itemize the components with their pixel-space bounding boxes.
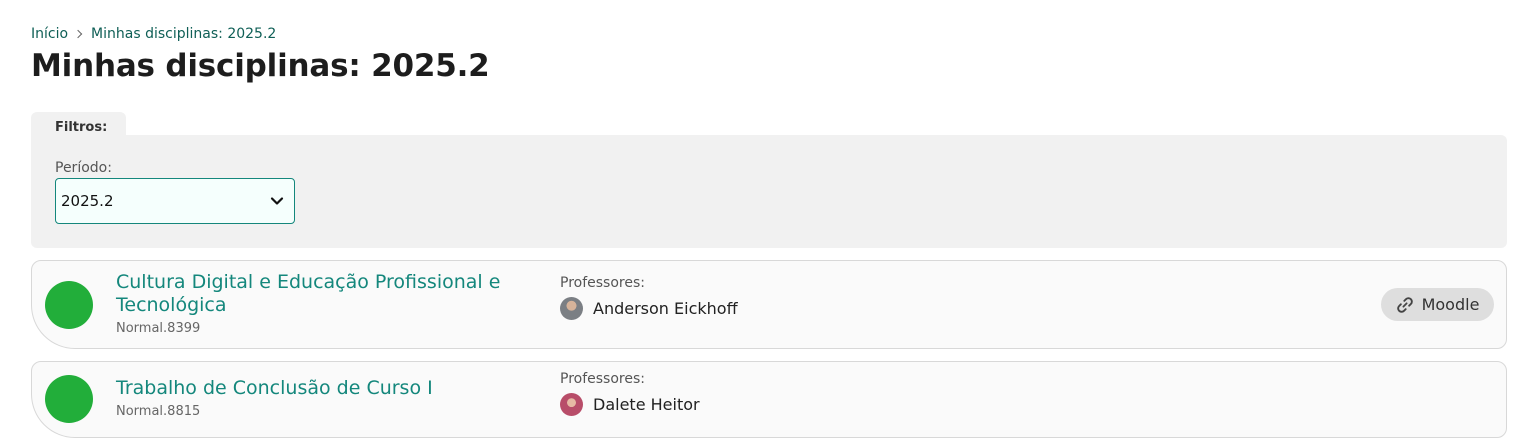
chevron-down-icon bbox=[270, 197, 284, 205]
chevron-right-icon bbox=[73, 29, 83, 39]
teachers-label: Professores: bbox=[560, 371, 645, 387]
course-status-indicator bbox=[45, 281, 93, 329]
course-status-indicator bbox=[45, 375, 93, 423]
teacher-item: Anderson Eickhoff bbox=[560, 297, 738, 320]
course-info: Trabalho de Conclusão de Curso I Normal.… bbox=[116, 377, 516, 419]
course-name-link[interactable]: Cultura Digital e Educação Profissional … bbox=[116, 271, 516, 317]
course-info: Cultura Digital e Educação Profissional … bbox=[116, 271, 516, 336]
link-icon bbox=[1396, 296, 1413, 313]
breadcrumb-current-link[interactable]: Minhas disciplinas: 2025.2 bbox=[91, 26, 276, 42]
avatar bbox=[560, 297, 583, 320]
teachers-section: Professores: Dalete Heitor bbox=[560, 371, 700, 416]
course-card: Trabalho de Conclusão de Curso I Normal.… bbox=[31, 361, 1507, 438]
period-select[interactable]: 2025.2 bbox=[55, 178, 295, 224]
period-selected-value: 2025.2 bbox=[61, 192, 114, 210]
teachers-label: Professores: bbox=[560, 275, 645, 291]
course-code: Normal.8815 bbox=[116, 404, 201, 419]
filters-tab: Filtros: bbox=[31, 112, 126, 137]
period-label: Período: bbox=[55, 160, 112, 176]
breadcrumb: Início Minhas disciplinas: 2025.2 bbox=[31, 24, 276, 44]
filters-panel: Período: 2025.2 bbox=[31, 135, 1507, 248]
moodle-button[interactable]: Moodle bbox=[1381, 288, 1494, 321]
course-code: Normal.8399 bbox=[116, 321, 201, 336]
teachers-section: Professores: Anderson Eickhoff bbox=[560, 275, 738, 320]
course-card: Cultura Digital e Educação Profissional … bbox=[31, 260, 1507, 349]
breadcrumb-home-link[interactable]: Início bbox=[31, 26, 68, 42]
teacher-item: Dalete Heitor bbox=[560, 393, 700, 416]
course-name-link[interactable]: Trabalho de Conclusão de Curso I bbox=[116, 377, 516, 400]
page-title: Minhas disciplinas: 2025.2 bbox=[31, 48, 490, 84]
teacher-name: Dalete Heitor bbox=[593, 395, 700, 414]
teacher-name: Anderson Eickhoff bbox=[593, 299, 738, 318]
moodle-button-label: Moodle bbox=[1421, 295, 1480, 314]
avatar bbox=[560, 393, 583, 416]
